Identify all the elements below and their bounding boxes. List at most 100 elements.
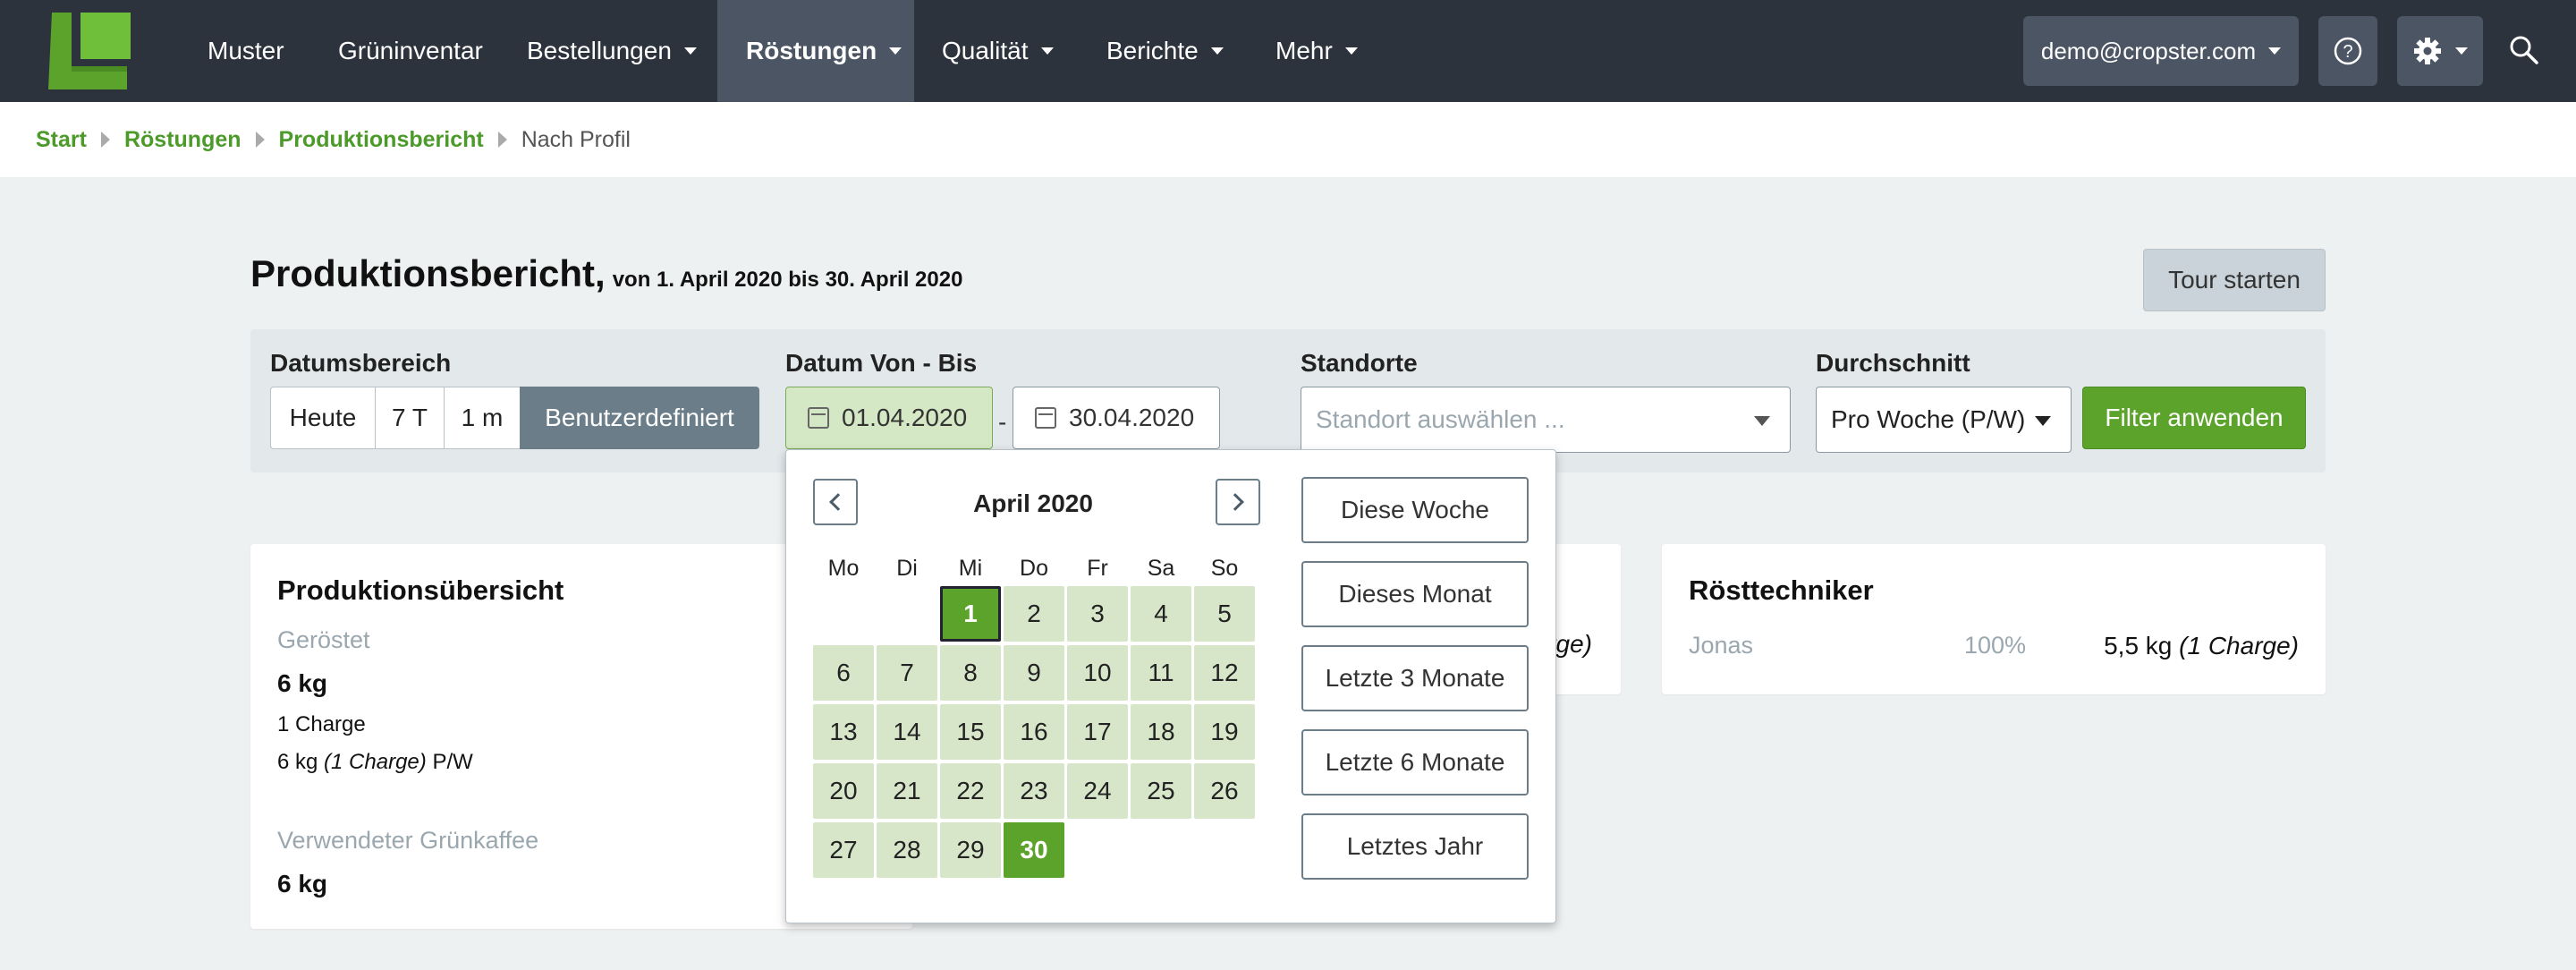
range-today-button[interactable]: Heute bbox=[270, 387, 376, 449]
search-icon[interactable] bbox=[2508, 34, 2540, 71]
day-cell[interactable]: 27 bbox=[813, 822, 874, 878]
day-cell[interactable]: 6 bbox=[813, 645, 874, 701]
day-cell[interactable]: 11 bbox=[1131, 645, 1191, 701]
day-cell[interactable]: 8 bbox=[940, 645, 1001, 701]
nav-grueninventar[interactable]: Grüninventar bbox=[309, 0, 512, 102]
date-to-input[interactable]: 30.04.2020 bbox=[1013, 387, 1220, 449]
chevron-down-icon bbox=[1210, 47, 1224, 55]
locations-select[interactable]: Standort auswählen ... bbox=[1301, 387, 1791, 453]
day-cell[interactable]: 13 bbox=[813, 704, 874, 760]
day-cell[interactable]: 25 bbox=[1131, 763, 1191, 819]
per-week-unit: P/W bbox=[432, 750, 473, 774]
day-cell[interactable]: 16 bbox=[1004, 704, 1064, 760]
breadcrumb-roestungen[interactable]: Röstungen bbox=[124, 127, 242, 153]
roaster-name: Jonas bbox=[1689, 632, 1754, 659]
day-cell[interactable]: 5 bbox=[1194, 586, 1255, 642]
date-range-label: Datumsbereich bbox=[270, 349, 452, 377]
breadcrumb-separator-icon bbox=[255, 132, 265, 148]
datepicker-month: April 2020 bbox=[973, 489, 1093, 517]
day-cell-range-start[interactable]: 1 bbox=[940, 586, 1001, 642]
day-cell[interactable]: 14 bbox=[877, 704, 937, 760]
range-this-month-button[interactable]: Dieses Monat bbox=[1301, 561, 1529, 627]
day-cell[interactable]: 22 bbox=[940, 763, 1001, 819]
gear-icon bbox=[2414, 38, 2441, 64]
chevron-down-icon bbox=[1040, 47, 1054, 55]
day-cell[interactable]: 4 bbox=[1131, 586, 1191, 642]
batch-count: 1 Charge bbox=[277, 712, 366, 736]
date-from-value: 01.04.2020 bbox=[842, 404, 968, 431]
day-cell[interactable]: 19 bbox=[1194, 704, 1255, 760]
help-button[interactable]: ? bbox=[2318, 16, 2377, 86]
day-cell[interactable]: 7 bbox=[877, 645, 937, 701]
breadcrumb-start[interactable]: Start bbox=[36, 127, 87, 153]
weekday-label: Mo bbox=[827, 556, 860, 581]
breadcrumb-separator-icon bbox=[100, 132, 110, 148]
nav-mehr[interactable]: Mehr bbox=[1247, 0, 1386, 102]
range-last-3-months-button[interactable]: Letzte 3 Monate bbox=[1301, 645, 1529, 711]
datepicker-popup: April 2020 Mo Di Mi Do Fr Sa So 1 2 3 4 5 6 7 8 9 10 11 1… bbox=[785, 449, 1556, 923]
svg-text:?: ? bbox=[2343, 42, 2352, 62]
range-this-week-button[interactable]: Diese Woche bbox=[1301, 477, 1529, 543]
per-week-batches: (1 Charge) bbox=[324, 750, 427, 774]
day-cell[interactable]: 20 bbox=[813, 763, 874, 819]
day-cell[interactable]: 3 bbox=[1067, 586, 1128, 642]
question-circle-icon: ? bbox=[2334, 37, 2362, 65]
nav-berichte[interactable]: Berichte bbox=[1078, 0, 1252, 102]
cropster-logo-icon[interactable] bbox=[45, 9, 134, 93]
day-cell[interactable]: 18 bbox=[1131, 704, 1191, 760]
breadcrumb-current: Nach Profil bbox=[521, 126, 631, 152]
range-last-year-button[interactable]: Letztes Jahr bbox=[1301, 813, 1529, 880]
top-navbar: Muster Grüninventar Bestellungen Röstung… bbox=[0, 0, 2576, 102]
weekday-label: So bbox=[1210, 556, 1239, 581]
nav-roestungen-label: Röstungen bbox=[746, 37, 877, 64]
range-1-month-button[interactable]: 1 m bbox=[444, 387, 521, 449]
date-separator: - bbox=[998, 408, 1007, 436]
chevron-down-icon bbox=[2035, 416, 2051, 426]
day-cell[interactable]: 29 bbox=[940, 822, 1001, 878]
day-cell[interactable]: 23 bbox=[1004, 763, 1064, 819]
day-cell[interactable]: 9 bbox=[1004, 645, 1064, 701]
day-cell[interactable]: 15 bbox=[940, 704, 1001, 760]
chevron-down-icon bbox=[1754, 416, 1770, 426]
breadcrumb: Start Röstungen Produktionsbericht Nach … bbox=[0, 102, 2576, 177]
apply-filter-button[interactable]: Filter anwenden bbox=[2082, 387, 2306, 449]
breadcrumb-separator-icon bbox=[497, 132, 507, 148]
weekday-label: Do bbox=[1020, 556, 1048, 581]
range-7-days-button[interactable]: 7 T bbox=[375, 387, 445, 449]
green-coffee-value: 6 kg bbox=[277, 870, 328, 898]
average-label: Durchschnitt bbox=[1816, 349, 1970, 377]
per-week-line: 6 kg (1 Charge) P/W bbox=[277, 750, 473, 775]
day-cell[interactable]: 26 bbox=[1194, 763, 1255, 819]
nav-roestungen[interactable]: Röstungen bbox=[717, 0, 914, 102]
day-cell[interactable]: 2 bbox=[1004, 586, 1064, 642]
day-cell[interactable]: 28 bbox=[877, 822, 937, 878]
day-cell[interactable]: 24 bbox=[1067, 763, 1128, 819]
nav-bestellungen[interactable]: Bestellungen bbox=[498, 0, 725, 102]
start-tour-button[interactable]: Tour starten bbox=[2143, 249, 2326, 311]
date-from-input[interactable]: 01.04.2020 bbox=[785, 387, 993, 449]
next-month-button[interactable] bbox=[1216, 479, 1260, 525]
overview-title: Produktionsübersicht bbox=[277, 574, 564, 606]
nav-qualitaet[interactable]: Qualität bbox=[913, 0, 1082, 102]
nav-mehr-label: Mehr bbox=[1275, 37, 1333, 64]
user-menu-button[interactable]: demo@cropster.com bbox=[2023, 16, 2299, 86]
settings-button[interactable] bbox=[2397, 16, 2483, 86]
roaster-percent: 100% bbox=[1964, 632, 2027, 659]
average-select[interactable]: Pro Woche (P/W) bbox=[1816, 387, 2072, 453]
day-cell[interactable]: 10 bbox=[1067, 645, 1128, 701]
nav-muster-label: Muster bbox=[208, 37, 284, 64]
day-cell[interactable]: 17 bbox=[1067, 704, 1128, 760]
nav-muster[interactable]: Muster bbox=[179, 0, 313, 102]
date-range-selector: Heute 7 T 1 m Benutzerdefiniert bbox=[270, 387, 759, 449]
range-custom-button[interactable]: Benutzerdefiniert bbox=[520, 387, 759, 449]
weekday-label: Mi bbox=[958, 556, 983, 581]
weekday-label: Fr bbox=[1087, 556, 1108, 581]
day-cell-range-end[interactable]: 30 bbox=[1004, 822, 1064, 878]
per-week-amount: 6 kg bbox=[277, 750, 318, 774]
day-cell[interactable]: 21 bbox=[877, 763, 937, 819]
breadcrumb-produktionsbericht[interactable]: Produktionsbericht bbox=[279, 127, 484, 153]
date-to-value: 30.04.2020 bbox=[1069, 404, 1195, 431]
chevron-down-icon bbox=[889, 47, 902, 55]
range-last-6-months-button[interactable]: Letzte 6 Monate bbox=[1301, 729, 1529, 796]
day-cell[interactable]: 12 bbox=[1194, 645, 1255, 701]
